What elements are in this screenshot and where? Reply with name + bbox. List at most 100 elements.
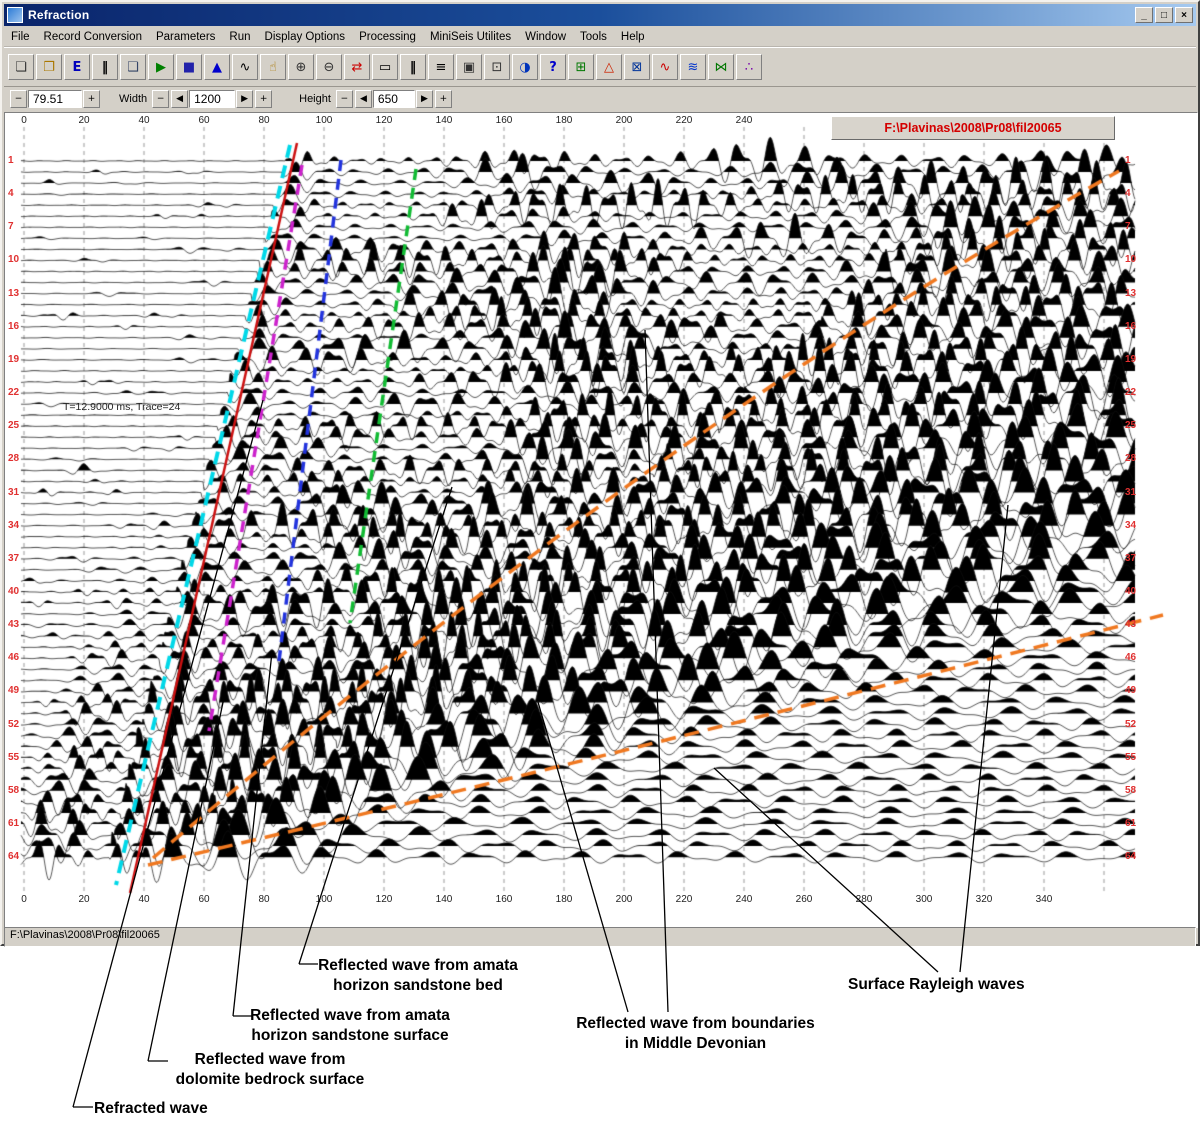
status-text: F:\Plavinas\2008\Pr08\fil20065: [10, 929, 160, 941]
menu-record-conversion[interactable]: Record Conversion: [37, 29, 149, 45]
menu-file[interactable]: File: [4, 29, 37, 45]
trace-number: 1: [8, 155, 14, 166]
fill-button[interactable]: ▣: [456, 54, 482, 80]
trace-number: 31: [1125, 487, 1136, 498]
filter-button[interactable]: ≋: [680, 54, 706, 80]
annotation-amata-surface: Reflected wave from amata horizon sandst…: [195, 1006, 505, 1046]
time-tick-label: 100: [316, 894, 333, 905]
scale-minus-button[interactable]: −: [10, 90, 27, 108]
time-tick-label: 280: [856, 894, 873, 905]
scatter-button[interactable]: ∴: [736, 54, 762, 80]
trace-number: 61: [1125, 818, 1136, 829]
time-tick-label: 160: [496, 115, 513, 126]
time-tick-label: 240: [736, 115, 753, 126]
file-path-label: F:\Plavinas\2008\Pr08\fil20065: [884, 121, 1061, 135]
width-value-field[interactable]: 1200: [189, 90, 235, 108]
hold-button[interactable]: ‖: [400, 54, 426, 80]
help-button[interactable]: ?: [540, 54, 566, 80]
scale-plus-button[interactable]: +: [83, 90, 100, 108]
display-button[interactable]: ⊡: [484, 54, 510, 80]
height-value-field[interactable]: 650: [373, 90, 415, 108]
signal-button[interactable]: ∿: [652, 54, 678, 80]
time-tick-label: 240: [736, 894, 753, 905]
wiggle-button[interactable]: ∿: [232, 54, 258, 80]
window-box-icon: ▭: [379, 60, 391, 75]
trace-number: 19: [1125, 354, 1136, 365]
height-plus-button[interactable]: +: [435, 90, 452, 108]
time-tick-label: 0: [21, 115, 27, 126]
close-button[interactable]: ×: [1175, 7, 1193, 23]
menu-parameters[interactable]: Parameters: [149, 29, 222, 45]
export-button[interactable]: ❑: [120, 54, 146, 80]
trace-number: 4: [8, 188, 14, 199]
annotation-line: Reflected wave from amata: [195, 1006, 505, 1026]
sphere-button[interactable]: ◑: [512, 54, 538, 80]
height-step-left-button[interactable]: ◀: [355, 90, 372, 108]
time-tick-label: 0: [21, 894, 27, 905]
amplitude-button[interactable]: ▲: [204, 54, 230, 80]
trace-number: 28: [8, 453, 19, 464]
file-path-box: F:\Plavinas\2008\Pr08\fil20065: [831, 116, 1115, 140]
width-label: Width: [119, 93, 147, 105]
trace-number: 52: [8, 719, 19, 730]
stop-button[interactable]: ■: [176, 54, 202, 80]
edit-e-button[interactable]: E: [64, 54, 90, 80]
open-button[interactable]: ❐: [36, 54, 62, 80]
minimize-button[interactable]: _: [1135, 7, 1153, 23]
pause-button[interactable]: ‖: [92, 54, 118, 80]
seismogram-canvas[interactable]: [5, 113, 1195, 925]
width-step-left-button[interactable]: ◀: [171, 90, 188, 108]
maximize-button[interactable]: □: [1155, 7, 1173, 23]
menu-window[interactable]: Window: [518, 29, 573, 45]
zoom-in-button[interactable]: ⊕: [288, 54, 314, 80]
window-box-button[interactable]: ▭: [372, 54, 398, 80]
layers-button[interactable]: ⊠: [624, 54, 650, 80]
time-tick-label: 120: [376, 115, 393, 126]
time-tick-label: 40: [138, 115, 149, 126]
annotation-line: Reflected wave from: [145, 1050, 395, 1070]
menu-miniseis-utilites[interactable]: MiniSeis Utilites: [423, 29, 518, 45]
picks-icon: ⊞: [576, 60, 587, 75]
new-button[interactable]: ❏: [8, 54, 34, 80]
menu-help[interactable]: Help: [614, 29, 652, 45]
picks-button[interactable]: ⊞: [568, 54, 594, 80]
scale-value-field[interactable]: 79.51: [28, 90, 82, 108]
bars-button[interactable]: ≡: [428, 54, 454, 80]
trace-number: 7: [1125, 221, 1131, 232]
velocity-button[interactable]: △: [596, 54, 622, 80]
curves-button[interactable]: ⋈: [708, 54, 734, 80]
pan-button[interactable]: ☝: [260, 54, 286, 80]
filter-icon: ≋: [688, 60, 699, 75]
width-plus-button[interactable]: +: [255, 90, 272, 108]
refraction-window: Refraction _ □ × FileRecord ConversionPa…: [0, 0, 1200, 946]
trace-number: 46: [1125, 652, 1136, 663]
height-minus-button[interactable]: −: [336, 90, 353, 108]
menu-display-options[interactable]: Display Options: [258, 29, 353, 45]
swap-icon: ⇄: [352, 60, 363, 75]
trace-number: 25: [1125, 420, 1136, 431]
width-step-right-button[interactable]: ▶: [236, 90, 253, 108]
trace-number: 40: [1125, 586, 1136, 597]
zoom-out-icon: ⊖: [324, 60, 335, 75]
trace-number: 4: [1125, 188, 1131, 199]
title-bar[interactable]: Refraction _ □ ×: [4, 4, 1196, 26]
trace-number: 49: [8, 685, 19, 696]
zoom-out-button[interactable]: ⊖: [316, 54, 342, 80]
cursor-readout: T=12.9000 ms, Trace=24: [63, 401, 180, 413]
menu-tools[interactable]: Tools: [573, 29, 614, 45]
height-step-right-button[interactable]: ▶: [416, 90, 433, 108]
swap-button[interactable]: ⇄: [344, 54, 370, 80]
menu-processing[interactable]: Processing: [352, 29, 423, 45]
export-icon: ❑: [127, 60, 139, 75]
menu-run[interactable]: Run: [222, 29, 257, 45]
plot-area: 020406080100120140160180200220240 020406…: [4, 112, 1198, 928]
run-button[interactable]: ▶: [148, 54, 174, 80]
trace-number: 25: [8, 420, 19, 431]
time-tick-label: 220: [676, 894, 693, 905]
width-minus-button[interactable]: −: [152, 90, 169, 108]
status-bar: F:\Plavinas\2008\Pr08\fil20065: [4, 927, 1196, 947]
annotation-line: Reflected wave from boundaries: [543, 1014, 848, 1034]
annotation-line: horizon sandstone surface: [195, 1026, 505, 1046]
trace-number: 49: [1125, 685, 1136, 696]
trace-number: 58: [1125, 785, 1136, 796]
